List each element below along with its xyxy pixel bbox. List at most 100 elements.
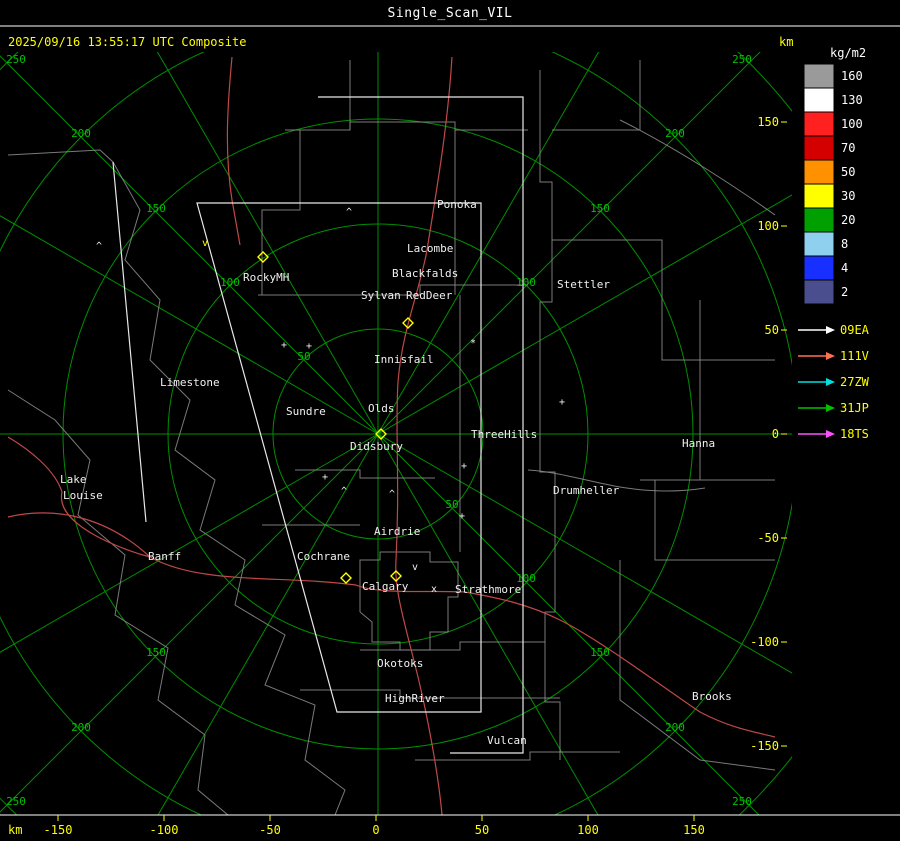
scale-value-label: 100 [841,117,863,131]
scale-unit-label: kg/m2 [830,46,866,60]
range-label: 200 [71,127,91,140]
range-label: 250 [6,795,26,808]
scale-value-label: 130 [841,93,863,107]
scale-value-label: 50 [841,165,855,179]
town-point-icon: ^ [389,489,395,500]
city-label: Banff [148,550,181,563]
city-label: Cochrane [297,550,350,563]
scale-swatch [803,207,835,233]
x-tick-label: 50 [475,823,489,837]
y-tick-label: -50 [757,531,779,545]
city-label: Calgary [362,580,409,593]
town-point-icon: + [459,511,465,522]
scale-swatch [803,231,835,257]
range-label: 100 [220,276,240,289]
town-point-icon: v [202,238,208,249]
scale-value-label: 4 [841,261,848,275]
scale-value-label: 2 [841,285,848,299]
city-label: Sylvan [361,289,401,302]
range-label: 250 [732,795,752,808]
town-point-icon: v [412,562,418,573]
y-tick-label: 150 [757,115,779,129]
city-label: Okotoks [377,657,423,670]
range-label: 150 [146,202,166,215]
timestamp-label: 2025/09/16 13:55:17 UTC Composite [8,35,246,49]
town-point-icon: x [431,584,437,595]
range-label: 150 [590,646,610,659]
town-point-icon: ^ [96,241,102,252]
range-label: 250 [6,53,26,66]
radar-id-label: 18TS [840,427,869,441]
town-point-icon: ^ [341,486,347,497]
scale-value-label: 30 [841,189,855,203]
city-label: HighRiver [385,692,445,705]
city-label: Ponoka [437,198,477,211]
town-point-icon: + [322,472,328,483]
town-point-icon: + [306,341,312,352]
city-label: Olds [368,402,395,415]
city-label: Limestone [160,376,220,389]
town-point-icon: ^ [346,207,352,218]
city-label: RedDeer [406,289,453,302]
radar-display[interactable]: Single_Scan_VIL 2025/09/16 13:55:17 UTC … [0,0,900,841]
x-tick-label: 150 [683,823,705,837]
range-label: 200 [665,127,685,140]
x-tick-label: -100 [150,823,179,837]
town-point-icon: + [461,461,467,472]
y-tick-label: 0 [772,427,779,441]
scale-value-label: 160 [841,69,863,83]
y-tick-label: 50 [765,323,779,337]
town-point-icon: + [281,340,287,351]
x-axis-unit-label: km [8,823,22,837]
city-label: Sundre [286,405,326,418]
radar-id-label: 111V [840,349,869,363]
city-label: Lacombe [407,242,453,255]
y-tick-label: -100 [750,635,779,649]
x-tick-label: -150 [44,823,73,837]
city-label: Stettler [557,278,610,291]
range-label: 250 [732,53,752,66]
scale-value-label: 8 [841,237,848,251]
city-label: Vulcan [487,734,527,747]
city-label: Lake [60,473,87,486]
x-tick-label: 100 [577,823,599,837]
city-label: Strathmore [455,583,521,596]
radar-app-window: Single_Scan_VIL 2025/09/16 13:55:17 UTC … [0,0,900,841]
scale-value-label: 70 [841,141,855,155]
city-label: Airdrie [374,525,420,538]
range-label: 100 [516,276,536,289]
scale-value-label: 20 [841,213,855,227]
scale-swatch [803,255,835,281]
radar-id-label: 09EA [840,323,870,337]
scale-swatch [803,183,835,209]
scale-swatch [803,135,835,161]
city-label: RockyMH [243,271,289,284]
range-label: 50 [445,498,458,511]
radar-id-label: 27ZW [840,375,870,389]
town-point-icon: * [470,338,476,349]
city-label: Hanna [682,437,715,450]
range-label: 150 [590,202,610,215]
window-title: Single_Scan_VIL [388,6,513,21]
scale-swatch [803,159,835,185]
city-label: Innisfail [374,353,434,366]
scale-swatch [803,87,835,113]
y-axis-unit-label: km [779,35,793,49]
city-label: ThreeHills [471,428,537,441]
city-label: Blackfalds [392,267,458,280]
town-point-icon: + [559,397,565,408]
range-label: 200 [665,721,685,734]
y-tick-label: 100 [757,219,779,233]
scale-swatch [803,279,835,305]
range-label: 200 [71,721,91,734]
city-label: Louise [63,489,103,502]
x-tick-label: 0 [372,823,379,837]
range-label: 150 [146,646,166,659]
scale-swatch [803,63,835,89]
radar-id-label: 31JP [840,401,869,415]
city-label: Didsbury [350,440,403,453]
scale-swatch [803,111,835,137]
y-tick-label: -150 [750,739,779,753]
x-tick-label: -50 [259,823,281,837]
city-label: Drumheller [553,484,620,497]
